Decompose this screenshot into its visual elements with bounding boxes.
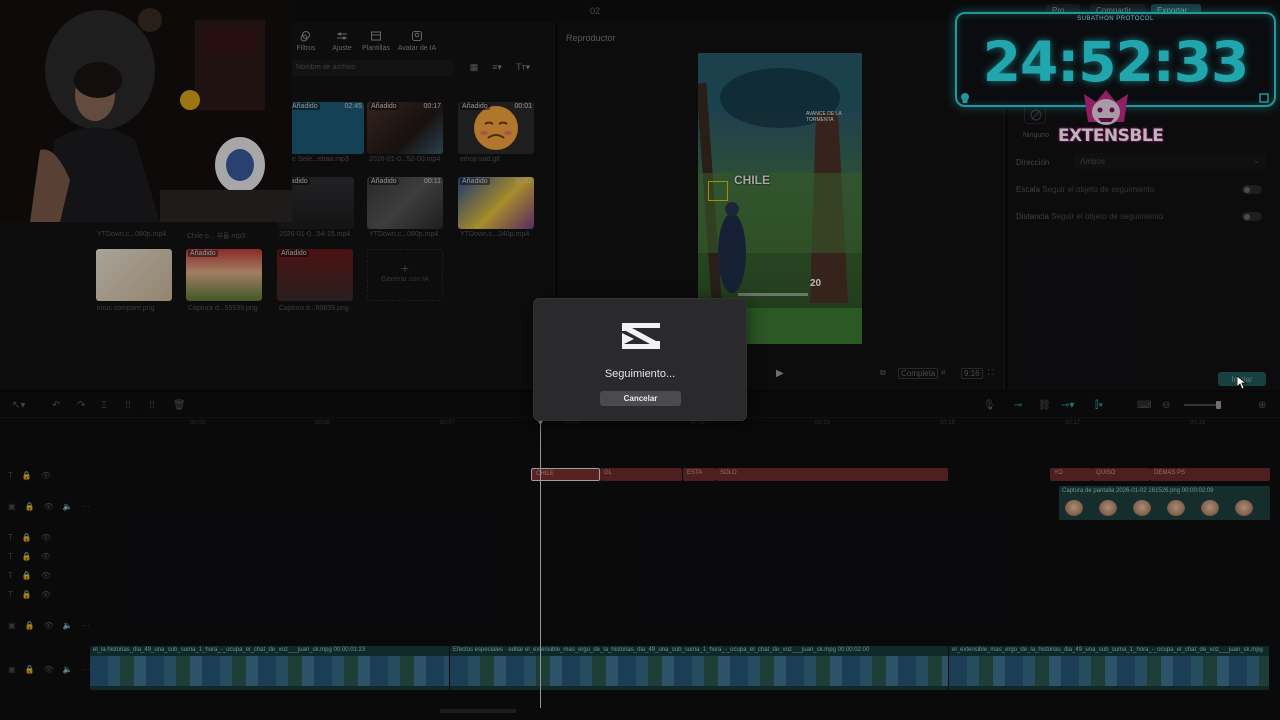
dialog-message: Seguimiento... bbox=[604, 368, 676, 380]
cancel-button[interactable]: Cancelar bbox=[600, 391, 681, 406]
tracking-dialog: Seguimiento... Cancelar bbox=[533, 298, 747, 421]
mouse-cursor-icon bbox=[1237, 376, 1247, 390]
capcut-logo-icon bbox=[622, 323, 660, 349]
